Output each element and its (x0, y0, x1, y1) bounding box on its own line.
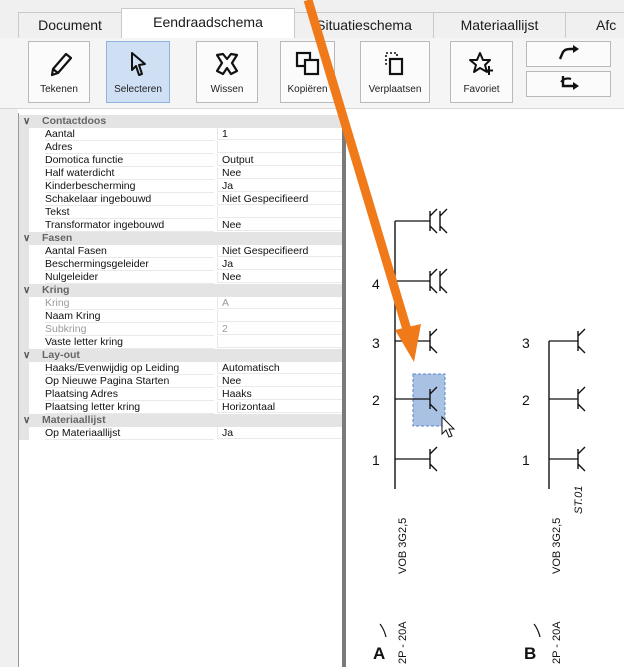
annotation-arrow-icon (303, 0, 421, 362)
